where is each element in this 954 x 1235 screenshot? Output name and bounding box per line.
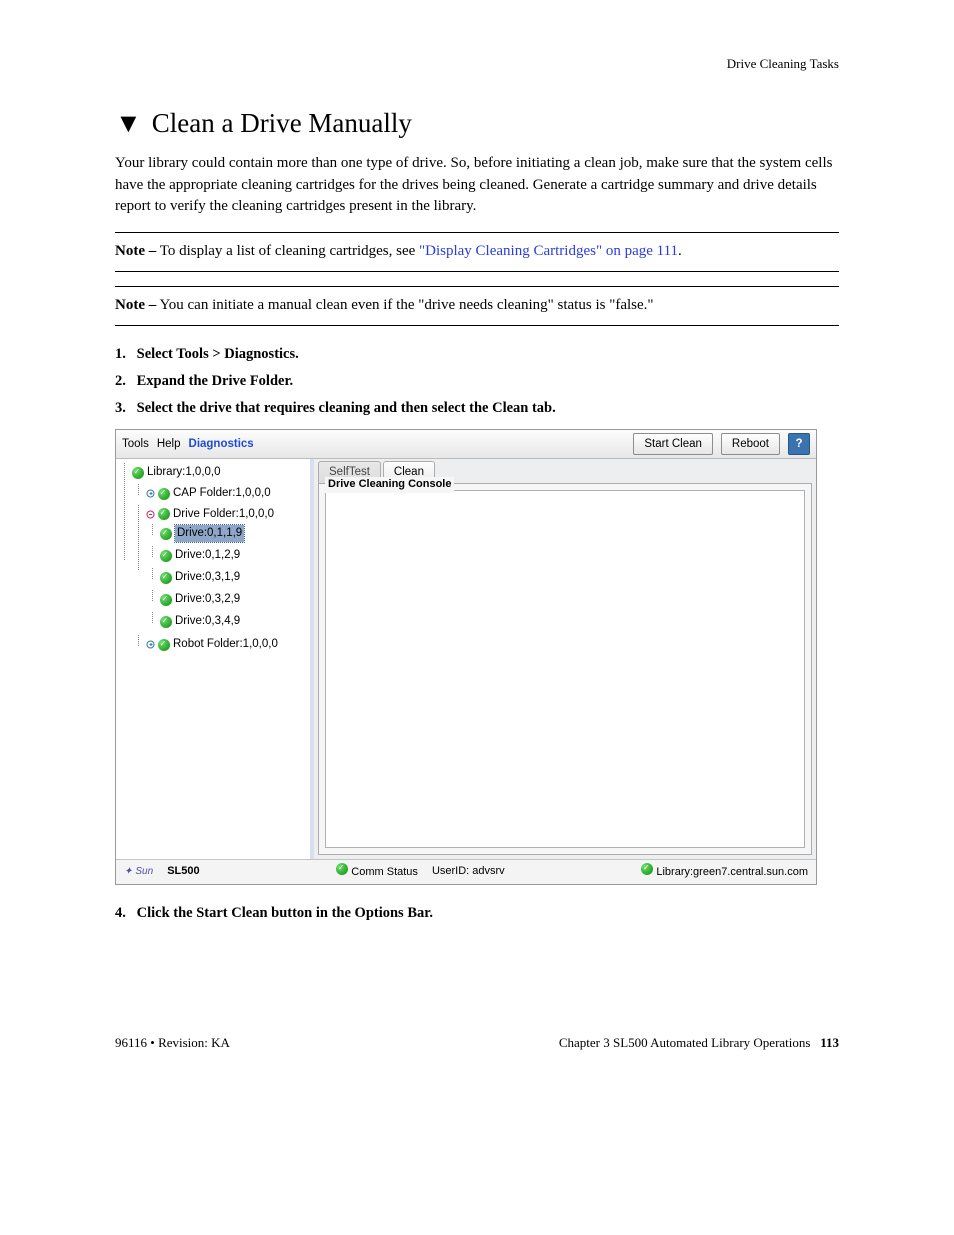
panel: Drive Cleaning Console [318,483,812,855]
start-clean-button[interactable]: Start Clean [633,433,713,456]
note-1-pre: To display a list of cleaning cartridges… [156,243,419,259]
menu-tools[interactable]: Tools [122,436,149,453]
step-list: 1. Select Tools > Diagnostics. 2. Expand… [115,344,839,419]
ok-icon [158,508,170,520]
ok-icon [641,863,653,875]
intro-paragraph: Your library could contain more than one… [115,153,839,218]
step-3: 3. Select the drive that requires cleani… [115,398,839,419]
ok-icon [158,639,170,651]
step-2: 2. Expand the Drive Folder. [115,371,839,392]
note-1: Note – To display a list of cleaning car… [115,232,839,272]
status-comm: Comm Status [336,863,418,881]
page-number: 113 [820,1035,839,1050]
section-title-text: Clean a Drive Manually [152,104,412,143]
tree-drive-0[interactable]: Drive:0,1,1,9 [175,525,244,542]
tree-drive-2[interactable]: Drive:0,3,1,9 [175,569,240,586]
drive-cleaning-console [325,490,805,848]
status-bar: ✦Sun SL500 Comm Status UserID: advsrv Li… [116,859,816,884]
status-model: SL500 [167,864,199,880]
toggle-collapsed-icon[interactable] [146,489,155,498]
tree-drive-folder[interactable]: Drive Folder:1,0,0,0 [173,506,274,523]
menu-diagnostics[interactable]: Diagnostics [189,436,254,453]
triangle-down-icon: ▼ [115,104,142,143]
menu-help[interactable]: Help [157,436,181,453]
toggle-expanded-icon[interactable] [146,510,155,519]
ok-icon [160,594,172,606]
running-header: Drive Cleaning Tasks [115,55,839,74]
tree-drive-1[interactable]: Drive:0,1,2,9 [175,547,240,564]
toggle-collapsed-icon[interactable] [146,640,155,649]
step-4: 4. Click the Start Clean button in the O… [115,903,839,924]
footer-left: 96116 • Revision: KA [115,1034,230,1053]
reboot-button[interactable]: Reboot [721,433,780,456]
note-2-text: You can initiate a manual clean even if … [156,297,653,313]
ok-icon [132,467,144,479]
app-screenshot: Tools Help Diagnostics Start Clean Reboo… [115,429,817,886]
note-2: Note – You can initiate a manual clean e… [115,286,839,326]
link-display-cleaning-cartridges[interactable]: "Display Cleaning Cartridges" on page 11… [419,243,678,259]
tree-drive-3[interactable]: Drive:0,3,2,9 [175,591,240,608]
panel-legend: Drive Cleaning Console [325,477,454,493]
ok-icon [160,572,172,584]
ok-icon [160,550,172,562]
tree-library[interactable]: Library:1,0,0,0 [147,464,221,481]
ok-icon [160,528,172,540]
ok-icon [336,863,348,875]
tree-cap-folder[interactable]: CAP Folder:1,0,0,0 [173,485,271,502]
footer-chapter: Chapter 3 SL500 Automated Library Operat… [559,1035,811,1050]
step-1: 1. Select Tools > Diagnostics. [115,344,839,365]
tree-robot-folder[interactable]: Robot Folder:1,0,0,0 [173,636,278,653]
device-tree[interactable]: Library:1,0,0,0 CAP Folder:1,0,0,0 Drive… [116,459,314,859]
ok-icon [158,488,170,500]
status-library: Library:green7.central.sun.com [641,863,808,881]
ok-icon [160,616,172,628]
page-footer: 96116 • Revision: KA Chapter 3 SL500 Aut… [115,1034,839,1053]
help-icon[interactable]: ? [788,433,810,455]
status-user: UserID: advsrv [432,864,505,880]
note-1-post: . [678,243,682,259]
section-heading: ▼ Clean a Drive Manually [115,104,839,143]
menu-bar: Tools Help Diagnostics Start Clean Reboo… [116,430,816,460]
note-label: Note – [115,243,156,259]
tree-drive-4[interactable]: Drive:0,3,4,9 [175,613,240,630]
sun-logo: ✦Sun [124,865,153,880]
note-label: Note – [115,297,156,313]
